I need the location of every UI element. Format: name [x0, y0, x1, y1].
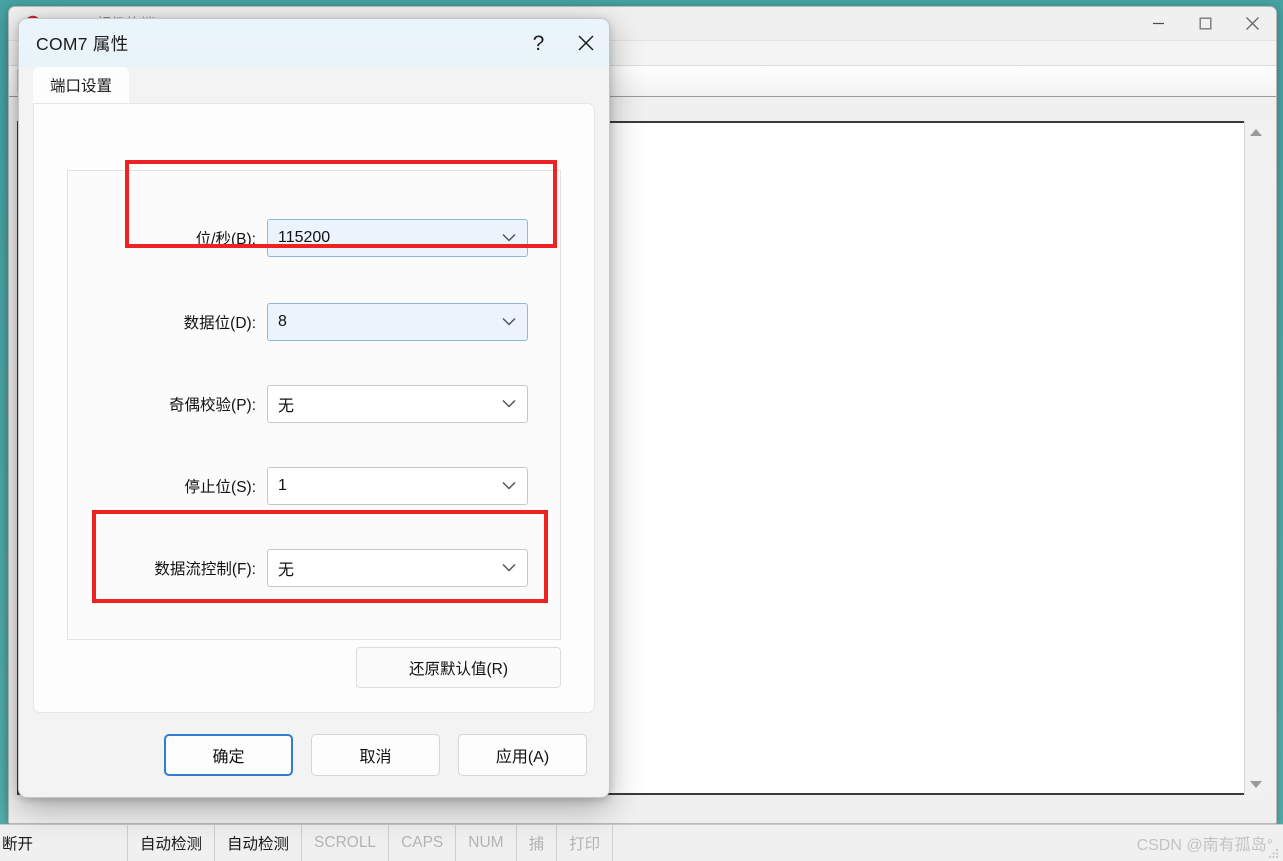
- help-glyph: ?: [532, 31, 545, 55]
- restore-defaults-button[interactable]: 还原默认值(R): [356, 647, 561, 688]
- combo-value: 8: [278, 313, 287, 330]
- combo-parity[interactable]: 无: [267, 385, 528, 423]
- combo-data-bits[interactable]: 8: [267, 303, 528, 341]
- status-print: 打印: [557, 824, 614, 861]
- status-num: NUM: [456, 824, 517, 861]
- screen: 1111 - 超级终端: [0, 0, 1283, 861]
- dialog-tabstrip: 端口设置: [19, 67, 609, 103]
- field-parity: 奇偶校验(P): 无: [68, 385, 560, 423]
- dialog-body: 位/秒(B): 115200 数据位(D): 8 奇偶校验(P): 无 停止位(…: [33, 103, 595, 713]
- apply-button-label: 应用(A): [495, 749, 550, 766]
- scroll-up-icon[interactable]: [1245, 121, 1267, 143]
- status-connection: 断开: [0, 824, 128, 861]
- combo-stop-bits[interactable]: 1: [267, 467, 528, 505]
- label-bits-per-second: 位/秒(B):: [195, 231, 256, 248]
- maximize-icon[interactable]: [1182, 7, 1229, 40]
- apply-button[interactable]: 应用(A): [458, 734, 587, 776]
- statusbar: 断开 自动检测 自动检测 SCROLL CAPS NUM 捕 打印 CSDN @…: [0, 824, 1283, 861]
- field-data-bits: 数据位(D): 8: [68, 303, 560, 341]
- restore-defaults-label: 还原默认值(R): [408, 660, 509, 678]
- field-bits-per-second: 位/秒(B): 115200: [68, 219, 560, 257]
- combo-bits-per-second[interactable]: 115200: [267, 219, 528, 257]
- minimize-icon[interactable]: [1135, 7, 1182, 40]
- chevron-down-icon: [502, 313, 516, 331]
- dialog-title: COM7 属性: [36, 33, 129, 54]
- ok-button-label: 确定: [212, 749, 245, 766]
- chevron-down-icon: [502, 395, 516, 413]
- csdn-watermark: CSDN @南有孤岛°: [1136, 837, 1273, 854]
- chevron-down-icon: [502, 477, 516, 495]
- ok-button[interactable]: 确定: [164, 734, 293, 776]
- label-stop-bits: 停止位(S):: [184, 479, 256, 496]
- scroll-down-icon[interactable]: [1245, 773, 1267, 795]
- dialog-titlebar: COM7 属性 ?: [19, 19, 609, 67]
- dialog-close-icon[interactable]: [562, 19, 609, 67]
- terminal-vertical-scrollbar[interactable]: [1244, 121, 1266, 795]
- combo-value: 115200: [278, 229, 331, 246]
- cancel-button-label: 取消: [359, 749, 392, 766]
- com7-properties-dialog: COM7 属性 ? 端口设置 位/秒(B): 115200 数据位(D): 8 …: [18, 18, 610, 798]
- combo-flow-control[interactable]: 无: [267, 549, 528, 587]
- resize-grip-icon: [1269, 849, 1278, 858]
- port-settings-groupbox: 位/秒(B): 115200 数据位(D): 8 奇偶校验(P): 无 停止位(…: [67, 170, 561, 640]
- field-flow-control: 数据流控制(F): 无: [68, 549, 560, 587]
- tab-label: 端口设置: [50, 78, 113, 95]
- status-caps: CAPS: [389, 824, 457, 861]
- tab-port-settings[interactable]: 端口设置: [33, 67, 130, 103]
- status-detect-1: 自动检测: [128, 824, 216, 861]
- combo-value: 无: [278, 562, 295, 579]
- combo-value: 无: [278, 398, 295, 415]
- window-controls: [1135, 7, 1276, 40]
- close-icon[interactable]: [1229, 7, 1276, 40]
- field-stop-bits: 停止位(S): 1: [68, 467, 560, 505]
- label-parity: 奇偶校验(P):: [169, 397, 256, 414]
- help-icon[interactable]: ?: [515, 19, 562, 67]
- status-scroll: SCROLL: [302, 824, 390, 861]
- status-spacer: [613, 825, 1136, 861]
- dialog-title-buttons: ?: [515, 19, 609, 67]
- status-capture: 捕: [517, 824, 558, 861]
- dialog-footer: 确定 取消 应用(A): [19, 713, 609, 797]
- chevron-down-icon: [502, 229, 516, 247]
- status-detect-2: 自动检测: [215, 824, 303, 861]
- cancel-button[interactable]: 取消: [311, 734, 440, 776]
- label-data-bits: 数据位(D):: [183, 315, 256, 332]
- combo-value: 1: [278, 477, 287, 494]
- label-flow-control: 数据流控制(F):: [154, 561, 256, 578]
- chevron-down-icon: [502, 559, 516, 577]
